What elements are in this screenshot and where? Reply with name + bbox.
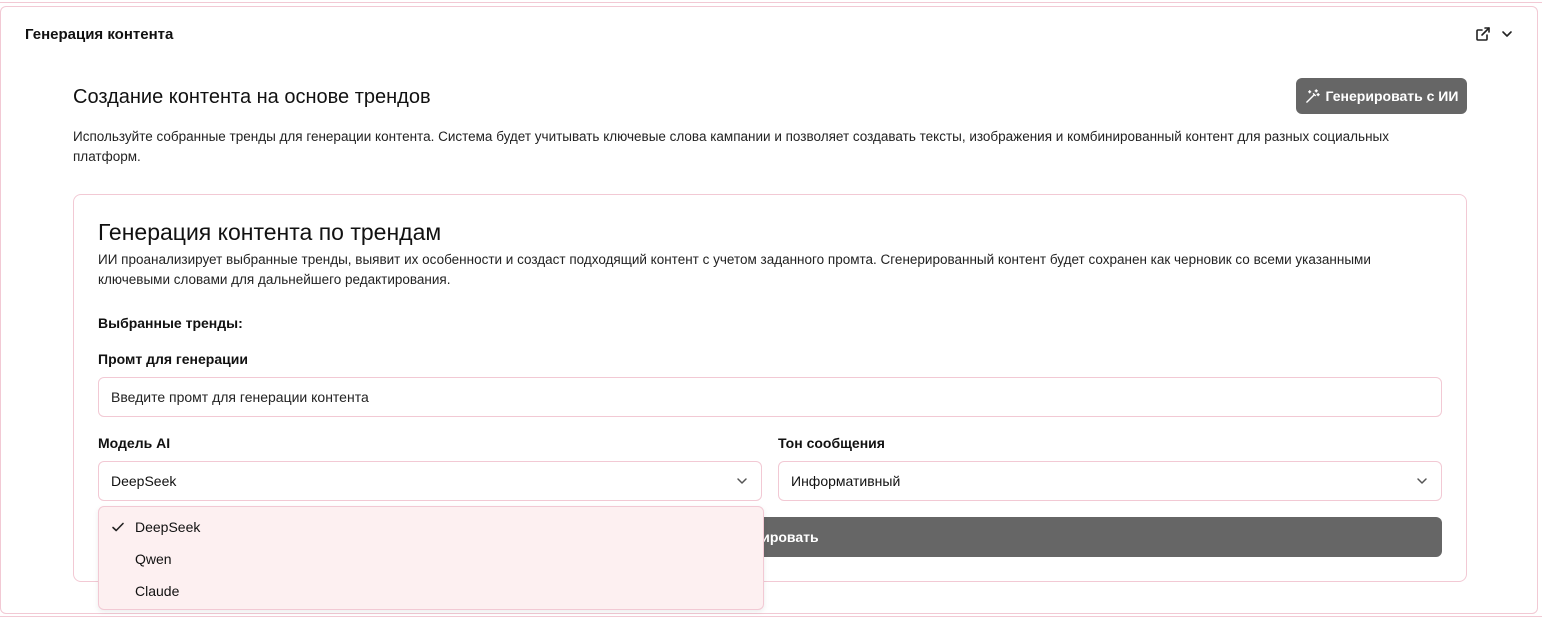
section-title: Создание контента на основе трендов	[73, 86, 431, 108]
model-select[interactable]: DeepSeek	[98, 461, 762, 501]
section-description: Используйте собранные тренды для генерац…	[73, 129, 1389, 164]
generate-with-ai-label: Генерировать с ИИ	[1325, 88, 1459, 104]
tone-select-value: Информативный	[791, 473, 901, 489]
selected-trends-label: Выбранные тренды:	[98, 315, 243, 331]
card-description: ИИ проанализирует выбранные тренды, выяв…	[98, 252, 1371, 287]
check-icon	[112, 522, 124, 532]
top-divider	[0, 0, 1542, 3]
magic-wand-icon	[1305, 88, 1320, 103]
generate-with-ai-button[interactable]: Генерировать с ИИ	[1296, 78, 1467, 114]
panel-title: Генерация контента	[25, 26, 174, 43]
chevron-down-icon[interactable]	[1500, 27, 1514, 41]
chevron-down-icon	[737, 478, 747, 484]
card-title: Генерация контента по трендам	[98, 219, 442, 245]
tone-label: Тон сообщения	[778, 435, 885, 451]
model-select-value: DeepSeek	[111, 473, 177, 489]
model-option-label: DeepSeek	[135, 519, 201, 535]
model-option-claude[interactable]: Claude	[99, 575, 763, 607]
external-link-icon[interactable]	[1475, 26, 1491, 42]
model-option-deepseek[interactable]: DeepSeek	[99, 511, 763, 543]
model-option-qwen[interactable]: Qwen	[99, 543, 763, 575]
model-dropdown: DeepSeek Qwen Claude	[98, 506, 764, 610]
prompt-placeholder: Введите промт для генерации контента	[111, 389, 369, 405]
model-option-label: Claude	[135, 583, 180, 599]
prompt-label: Промт для генерации	[98, 351, 248, 367]
prompt-input[interactable]: Введите промт для генерации контента	[98, 377, 1442, 417]
model-label: Модель AI	[98, 435, 171, 451]
tone-select[interactable]: Информативный	[778, 461, 1442, 501]
model-option-label: Qwen	[135, 551, 172, 567]
chevron-down-icon	[1417, 478, 1427, 484]
